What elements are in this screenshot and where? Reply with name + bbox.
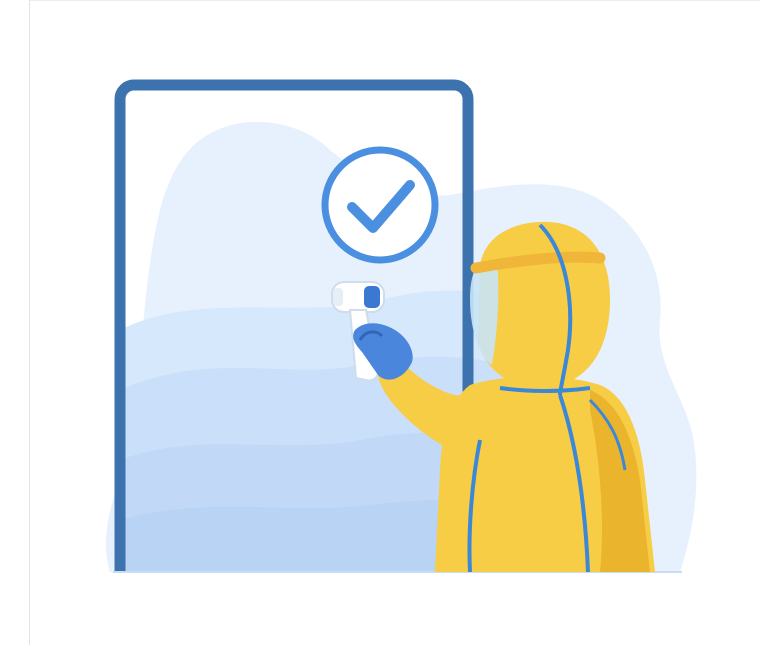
checkmark-circle-icon	[321, 146, 439, 264]
temperature-screening-illustration	[105, 79, 697, 573]
image-viewer	[0, 0, 760, 645]
